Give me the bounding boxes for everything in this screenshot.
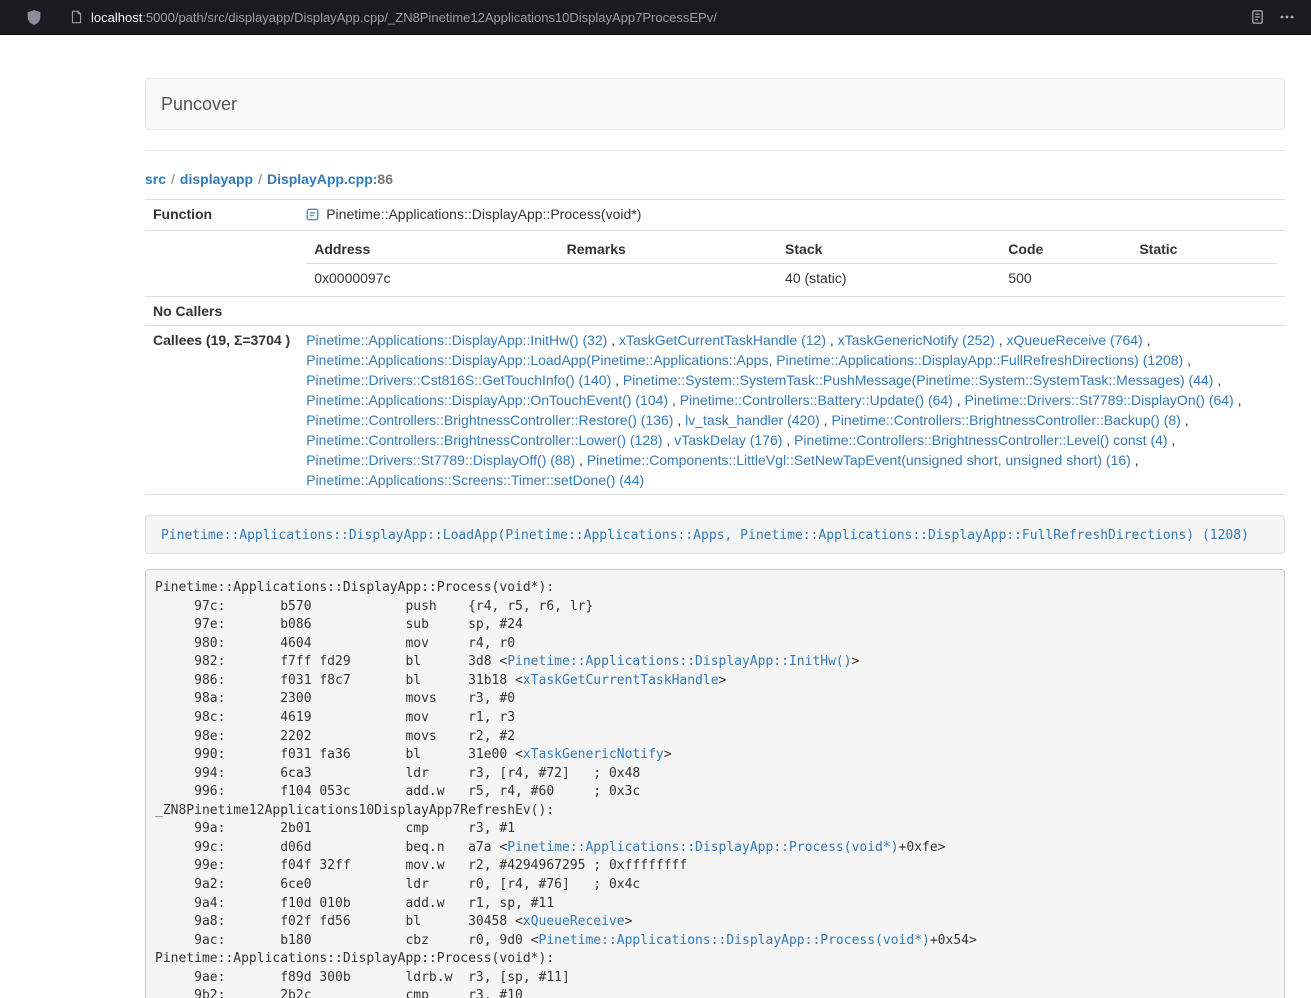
callee-link[interactable]: Pinetime::Applications::Screens::Timer::… <box>306 472 644 488</box>
no-callers-label: No Callers <box>145 297 298 326</box>
callees-cell: Pinetime::Applications::DisplayApp::Init… <box>298 326 1285 495</box>
browser-chrome: localhost:5000/path/src/displayapp/Displ… <box>0 0 1311 35</box>
col-header-code: Code <box>1000 235 1131 264</box>
callee-separator: , <box>1213 372 1221 388</box>
callee-separator: , <box>607 332 619 348</box>
breadcrumb: src / displayapp / DisplayApp.cpp:86 <box>145 171 1285 187</box>
asm-symbol-link[interactable]: xQueueReceive <box>523 914 625 929</box>
callee-separator: , <box>953 392 965 408</box>
callee-separator: , <box>1143 332 1151 348</box>
url-text: localhost:5000/path/src/displayapp/Displ… <box>91 10 717 25</box>
no-callers-cell <box>298 297 1285 326</box>
callee-link[interactable]: xQueueReceive (764) <box>1007 332 1143 348</box>
breadcrumb-line-number: 86 <box>377 171 393 187</box>
callee-separator: , <box>1131 452 1139 468</box>
asm-symbol-link[interactable]: xTaskGetCurrentTaskHandle <box>523 673 719 688</box>
asm-symbol-link[interactable]: Pinetime::Applications::DisplayApp::Proc… <box>507 840 898 855</box>
snippet-header-link[interactable]: Pinetime::Applications::DisplayApp::Load… <box>161 528 1249 543</box>
static-value <box>1131 264 1277 293</box>
callee-link[interactable]: Pinetime::Drivers::St7789::DisplayOff() … <box>306 452 575 468</box>
callee-separator: , <box>673 412 685 428</box>
brand-link[interactable]: Puncover <box>161 94 237 115</box>
metrics-header-row: Address Remarks Stack Code Static <box>306 235 1277 264</box>
callee-link[interactable]: Pinetime::Drivers::Cst816S::GetTouchInfo… <box>306 372 611 388</box>
metrics-cell: Address Remarks Stack Code Static 0x0000… <box>298 231 1285 297</box>
callee-separator: , <box>1234 392 1242 408</box>
callee-link[interactable]: Pinetime::Controllers::BrightnessControl… <box>306 432 662 448</box>
callee-link[interactable]: Pinetime::Applications::DisplayApp::Init… <box>306 332 607 348</box>
metrics-row: Address Remarks Stack Code Static 0x0000… <box>145 231 1285 297</box>
address-value: 0x0000097c <box>306 264 558 293</box>
asm-symbol-link[interactable]: Pinetime::Applications::DisplayApp::Init… <box>507 654 851 669</box>
breadcrumb-src-link[interactable]: src <box>145 171 166 187</box>
breadcrumb-displayapp-link[interactable]: displayapp <box>180 171 253 187</box>
breadcrumb-separator: / <box>258 171 262 187</box>
callee-separator: , <box>611 372 623 388</box>
callee-link[interactable]: xTaskGenericNotify (252) <box>838 332 995 348</box>
metrics-value-row: 0x0000097c 40 (static) 500 <box>306 264 1277 293</box>
snippet-header: Pinetime::Applications::DisplayApp::Load… <box>145 515 1285 554</box>
callee-link[interactable]: Pinetime::Controllers::BrightnessControl… <box>831 412 1180 428</box>
breadcrumb-file-link[interactable]: DisplayApp.cpp: <box>267 171 377 187</box>
callee-link[interactable]: Pinetime::Drivers::St7789::DisplayOn() (… <box>965 392 1234 408</box>
metrics-row-spacer <box>145 231 298 297</box>
asm-symbol-link[interactable]: Pinetime::Applications::DisplayApp::Proc… <box>539 933 930 948</box>
url-path: :5000/path/src/displayapp/DisplayApp.cpp… <box>142 10 717 25</box>
callee-separator: , <box>1183 352 1191 368</box>
callee-separator: , <box>575 452 587 468</box>
navbar: Puncover <box>145 78 1285 130</box>
callee-separator: , <box>1168 432 1176 448</box>
callee-separator: , <box>782 432 794 448</box>
callee-separator: , <box>995 332 1007 348</box>
callee-link[interactable]: lv_task_handler (420) <box>685 412 820 428</box>
callee-link[interactable]: Pinetime::System::SystemTask::PushMessag… <box>623 372 1214 388</box>
col-header-address: Address <box>306 235 558 264</box>
callee-link[interactable]: vTaskDelay (176) <box>674 432 782 448</box>
function-name: Pinetime::Applications::DisplayApp::Proc… <box>326 206 641 222</box>
page-icon <box>70 10 83 24</box>
remarks-value <box>559 264 777 293</box>
callee-link[interactable]: Pinetime::Controllers::Battery::Update()… <box>680 392 953 408</box>
divider <box>145 150 1285 151</box>
function-row-label: Function <box>145 200 298 231</box>
callees-row: Callees (19, Σ=3704 ) Pinetime::Applicat… <box>145 326 1285 495</box>
callees-list: Pinetime::Applications::DisplayApp::Init… <box>306 330 1277 490</box>
function-table: Function Pinetime::Applications::Display… <box>145 199 1285 495</box>
callees-label: Callees (19, Σ=3704 ) <box>145 326 298 495</box>
col-header-static: Static <box>1131 235 1277 264</box>
asm-symbol-link[interactable]: xTaskGenericNotify <box>523 747 664 762</box>
tracking-protection-shield-icon[interactable] <box>22 5 46 30</box>
disassembly: Pinetime::Applications::DisplayApp::Proc… <box>145 569 1285 998</box>
callee-link[interactable]: Pinetime::Applications::DisplayApp::OnTo… <box>306 392 668 408</box>
metrics-table: Address Remarks Stack Code Static 0x0000… <box>306 235 1277 292</box>
url-host: localhost <box>91 10 142 25</box>
callee-link[interactable]: Pinetime::Applications::DisplayApp::Load… <box>306 352 1183 368</box>
stack-value: 40 (static) <box>777 264 1000 293</box>
col-header-stack: Stack <box>777 235 1000 264</box>
callee-separator: , <box>826 332 838 348</box>
callee-separator: , <box>663 432 675 448</box>
no-callers-row: No Callers <box>145 297 1285 326</box>
code-value: 500 <box>1000 264 1131 293</box>
function-name-cell: Pinetime::Applications::DisplayApp::Proc… <box>298 200 1285 231</box>
function-row: Function Pinetime::Applications::Display… <box>145 200 1285 231</box>
callee-link[interactable]: xTaskGetCurrentTaskHandle (12) <box>619 332 826 348</box>
callee-separator: , <box>1181 412 1189 428</box>
kebab-menu-icon[interactable] <box>1275 5 1299 29</box>
col-header-remarks: Remarks <box>559 235 777 264</box>
function-icon <box>306 206 319 226</box>
callee-link[interactable]: Pinetime::Controllers::BrightnessControl… <box>794 432 1167 448</box>
callee-link[interactable]: Pinetime::Controllers::BrightnessControl… <box>306 412 673 428</box>
callee-link[interactable]: Pinetime::Components::LittleVgl::SetNewT… <box>587 452 1131 468</box>
page-container: Puncover src / displayapp / DisplayApp.cpp:8… <box>145 35 1285 998</box>
breadcrumb-separator: / <box>171 171 175 187</box>
callee-separator: , <box>668 392 680 408</box>
url-bar[interactable]: localhost:5000/path/src/displayapp/Displ… <box>60 4 1230 30</box>
callee-separator: , <box>820 412 832 428</box>
reader-view-icon[interactable] <box>1246 5 1269 29</box>
